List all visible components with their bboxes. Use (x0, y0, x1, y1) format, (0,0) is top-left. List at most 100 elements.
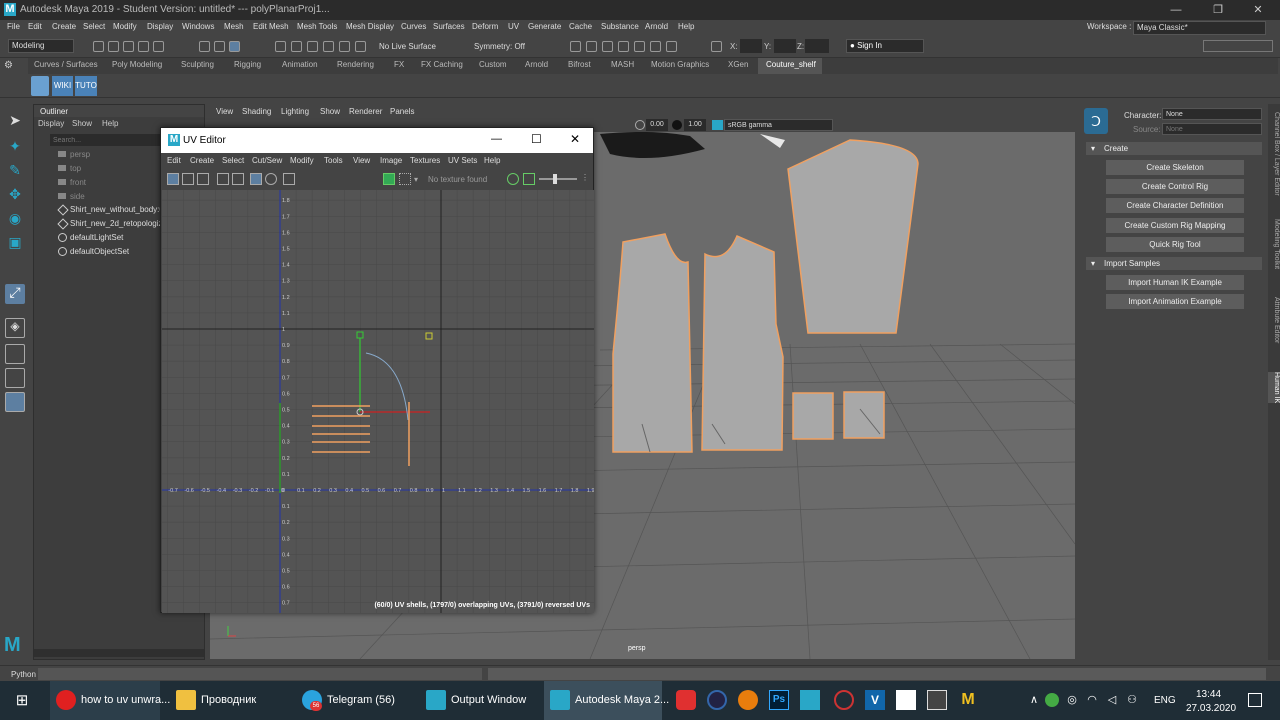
menu-generate[interactable]: Generate (528, 22, 561, 31)
source-dropdown[interactable]: None (1162, 123, 1262, 135)
menu-select[interactable]: Select (83, 22, 105, 31)
shelf-tab-sculpting[interactable]: Sculpting (181, 60, 214, 69)
location-icon[interactable]: ◎ (1065, 693, 1079, 707)
green-tray-icon[interactable] (1045, 693, 1059, 707)
uv-menu-help[interactable]: Help (484, 156, 500, 165)
exposure-slider-handle[interactable] (553, 174, 557, 184)
create-skeleton-button[interactable]: Create Skeleton (1106, 160, 1244, 175)
snap-grid-icon[interactable] (275, 41, 286, 52)
volume-icon[interactable]: ◁ (1105, 693, 1119, 707)
outliner-item-persp[interactable]: persp (70, 150, 90, 159)
marmoset-icon[interactable]: M (958, 690, 978, 710)
windows-start-icon[interactable]: ⊞ (12, 681, 32, 720)
viewport-menu-panels[interactable]: Panels (390, 107, 414, 116)
gamma-reset-icon[interactable] (523, 173, 535, 185)
uv-editor-titlebar[interactable]: M UV Editor — ☐ ✕ (161, 128, 593, 153)
workspace-dropdown[interactable]: Maya Classic* (1133, 21, 1266, 35)
render-icon[interactable] (586, 41, 597, 52)
notification-icon[interactable] (1248, 693, 1262, 707)
uv-menu-select[interactable]: Select (222, 156, 244, 165)
save-scene-icon[interactable] (123, 41, 134, 52)
language-indicator[interactable]: ENG (1154, 695, 1176, 706)
exposure-slider[interactable] (539, 178, 577, 180)
z-field[interactable] (805, 39, 829, 53)
uv-editor-minimize-button[interactable]: — (491, 133, 502, 145)
restore-button[interactable]: ❐ (1200, 0, 1236, 20)
shelf-tab-rendering[interactable]: Rendering (337, 60, 374, 69)
lasso-tool-icon[interactable]: ✦ (5, 138, 25, 158)
menu-cache[interactable]: Cache (569, 22, 592, 31)
snap-live-icon[interactable] (355, 41, 366, 52)
character-dropdown[interactable]: None (1162, 108, 1262, 120)
outliner-item-shirt-without-body[interactable]: Shirt_new_without_body:0 (70, 205, 164, 214)
import-human-ik-example-button[interactable]: Import Human IK Example (1106, 275, 1244, 290)
shelf-tab-xgen[interactable]: XGen (728, 60, 748, 69)
menu-display[interactable]: Display (147, 22, 173, 31)
texture-borders-icon[interactable] (232, 173, 244, 185)
ipr-render-icon[interactable] (602, 41, 613, 52)
cinema4d-icon[interactable] (707, 690, 727, 710)
menu-deform[interactable]: Deform (472, 22, 498, 31)
viewport-menu-show[interactable]: Show (320, 107, 340, 116)
close-button[interactable]: ✕ (1240, 0, 1276, 20)
minimize-button[interactable]: — (1158, 0, 1194, 20)
uv-menu-edit[interactable]: Edit (167, 156, 181, 165)
taskbar-app-opera[interactable]: how to uv unwra... (50, 681, 170, 720)
select-tool-icon[interactable]: ➤ (5, 112, 25, 132)
import-samples-header[interactable]: ▾ Import Samples (1086, 257, 1262, 270)
uv-menu-modify[interactable]: Modify (290, 156, 314, 165)
human-ik-icon[interactable]: Ↄ (1084, 108, 1108, 134)
pixel-snap-icon[interactable] (265, 173, 277, 185)
exposure-reset-icon[interactable] (507, 173, 519, 185)
snap-surface-icon[interactable] (339, 41, 350, 52)
vray-icon[interactable]: V (865, 690, 885, 710)
wifi-icon[interactable]: ◠ (1085, 693, 1099, 707)
exposure-field[interactable]: 0.00 (646, 119, 668, 131)
outliner-menu-display[interactable]: Display (38, 119, 64, 128)
shelf-settings-icon[interactable]: ⚙ (4, 60, 18, 74)
taskbar-app-explorer[interactable]: Проводник (170, 681, 288, 720)
command-input[interactable] (38, 668, 482, 680)
side-tab-attribute-editor[interactable]: Attribute Editor (1268, 297, 1280, 343)
uv-menu-textures[interactable]: Textures (410, 156, 440, 165)
shelf-tab-arnold[interactable]: Arnold (525, 60, 548, 69)
paint-select-icon[interactable]: ✎ (5, 162, 25, 182)
menu-curves[interactable]: Curves (401, 22, 426, 31)
uv-shell-meshes[interactable] (612, 139, 919, 453)
menu-mesh-display[interactable]: Mesh Display (346, 22, 394, 31)
create-character-definition-button[interactable]: Create Character Definition (1106, 198, 1244, 213)
move-tool-icon[interactable]: ✥ (5, 186, 25, 206)
hypershade-icon[interactable] (634, 41, 645, 52)
gamma-icon[interactable] (672, 120, 682, 130)
render-view-icon[interactable] (570, 41, 581, 52)
marvelous-icon[interactable] (834, 690, 854, 710)
live-surface-label[interactable]: No Live Surface (379, 42, 436, 51)
uv-menu-view[interactable]: View (353, 156, 370, 165)
gamma-field[interactable]: 1.00 (684, 119, 706, 131)
new-scene-icon[interactable] (93, 41, 104, 52)
shelf-tab-bifrost[interactable]: Bifrost (568, 60, 591, 69)
snap-view-icon[interactable] (323, 41, 334, 52)
snap-point-icon[interactable] (307, 41, 318, 52)
rotate-tool-icon[interactable]: ◉ (5, 210, 25, 230)
blender-icon[interactable] (738, 690, 758, 710)
uv-borders-icon[interactable] (217, 173, 229, 185)
grid-icon[interactable] (250, 173, 262, 185)
image-icon[interactable] (383, 173, 395, 185)
uv-menu-cut-sew[interactable]: Cut/Sew (252, 156, 282, 165)
menu-uv[interactable]: UV (508, 22, 519, 31)
toolbar-overflow-icon[interactable]: ⋮ (581, 173, 589, 182)
uv-menu-create[interactable]: Create (190, 156, 214, 165)
shelf-tab-animation[interactable]: Animation (282, 60, 318, 69)
import-animation-example-button[interactable]: Import Animation Example (1106, 294, 1244, 309)
shelf-tab-curves[interactable]: Curves / Surfaces (34, 60, 98, 69)
layout-icons[interactable] (1203, 40, 1273, 52)
outliner-scrollbar[interactable] (34, 649, 204, 657)
uv-menu-tools[interactable]: Tools (324, 156, 343, 165)
menu-mesh-tools[interactable]: Mesh Tools (297, 22, 337, 31)
arnold-render-icon[interactable] (650, 41, 661, 52)
uv-editor-maximize-button[interactable]: ☐ (531, 132, 542, 146)
menu-edit-mesh[interactable]: Edit Mesh (253, 22, 289, 31)
single-pane-icon[interactable]: ◈ (5, 318, 25, 338)
substance-icon[interactable] (676, 690, 696, 710)
